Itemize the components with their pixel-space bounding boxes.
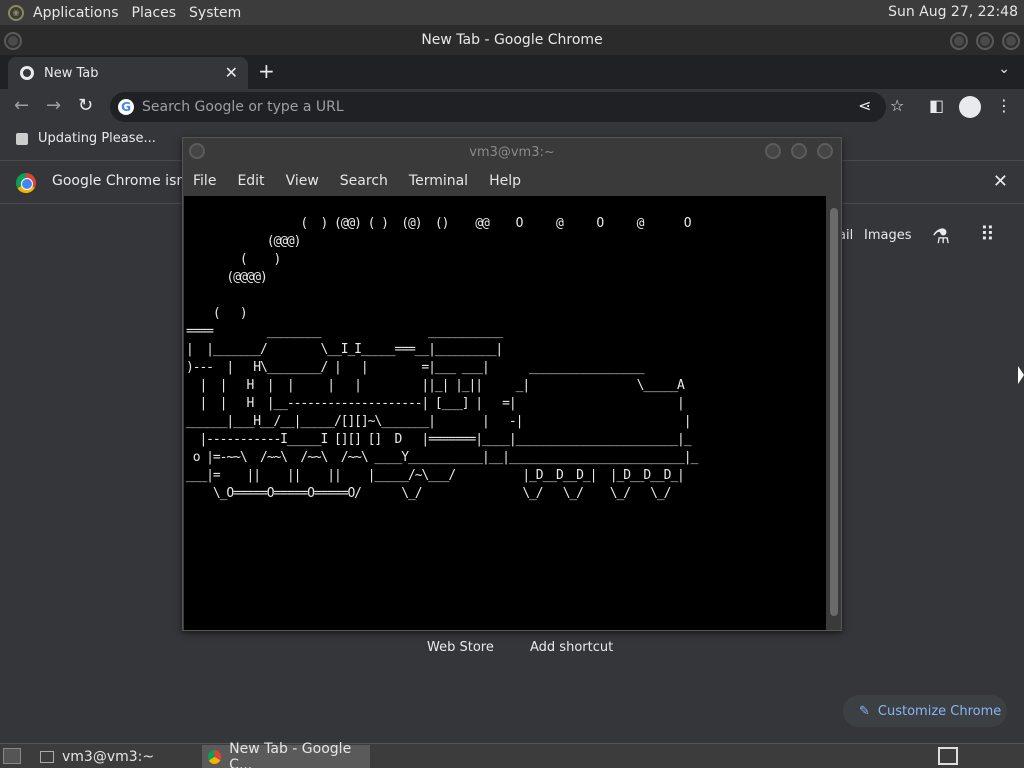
window-menu-button[interactable]	[4, 32, 22, 50]
images-link[interactable]: Images	[864, 228, 912, 243]
tab-new-tab[interactable]: New Tab ✕	[8, 57, 248, 89]
top-panel: ◉ Applications Places System Sun Aug 27,…	[0, 0, 1024, 25]
customize-chrome-button[interactable]: ✎ Customize Chrome	[843, 695, 1007, 727]
forward-arrow-icon[interactable]: →	[46, 95, 61, 116]
distro-logo-icon[interactable]: ◉	[8, 4, 24, 21]
tab-title: New Tab	[44, 65, 99, 81]
chrome-window-titlebar[interactable]: New Tab - Google Chrome	[0, 25, 1024, 55]
apps-grid-icon[interactable]: ⠿	[980, 222, 995, 246]
terminal-scrollbar-thumb[interactable]	[830, 208, 838, 616]
task-chrome[interactable]: New Tab - Google C...	[202, 741, 370, 768]
terminal-title: vm3@vm3:~	[469, 144, 555, 160]
chrome-logo-icon	[16, 173, 36, 193]
reload-icon[interactable]: ↻	[78, 95, 93, 116]
desktop: ◉ Applications Places System Sun Aug 27,…	[0, 0, 1024, 768]
share-icon[interactable]: ⋖	[858, 96, 871, 115]
infobar-close-icon[interactable]: ✕	[993, 171, 1008, 192]
bookmark-updating[interactable]: Updating Please...	[16, 131, 156, 146]
menu-search[interactable]: Search	[340, 173, 388, 189]
customize-chrome-label: Customize Chrome	[877, 703, 1002, 719]
shortcut-add[interactable]: Add shortcut	[530, 640, 613, 655]
system-menu[interactable]: System	[189, 5, 241, 21]
more-menu-icon[interactable]: ⋮	[996, 96, 1012, 115]
pencil-icon: ✎	[859, 703, 870, 719]
maximize-button[interactable]	[976, 32, 994, 50]
terminal-task-icon	[40, 750, 54, 763]
workspace-switcher[interactable]	[938, 747, 958, 765]
terminal-menubar: File Edit View Search Terminal Help	[183, 166, 841, 196]
terminal-output: ( ) (@@) ( ) (@) () @@ O @ O @ O (@@@) (…	[186, 216, 698, 501]
terminal-screen[interactable]: ( ) (@@) ( ) (@) () @@ O @ O @ O (@@@) (…	[184, 196, 826, 630]
close-window-button[interactable]	[1002, 32, 1020, 50]
places-menu[interactable]: Places	[132, 5, 177, 21]
browser-toolbar: ← → ↻ G Search Google or type a URL ⋖ ☆ …	[0, 89, 1024, 125]
bookmark-star-icon[interactable]: ☆	[890, 96, 904, 115]
profile-avatar-icon[interactable]	[959, 96, 981, 118]
tab-search-chevron-down-icon[interactable]: ⌄	[998, 61, 1010, 77]
terminal-minimize-button[interactable]	[765, 143, 781, 159]
menu-edit[interactable]: Edit	[237, 173, 264, 189]
omnibox[interactable]: G Search Google or type a URL	[110, 92, 886, 122]
applications-menu[interactable]: Applications	[33, 5, 119, 21]
bookmark-label: Updating Please...	[38, 131, 156, 146]
task-terminal[interactable]: vm3@vm3:~	[34, 745, 198, 768]
terminal-close-button[interactable]	[817, 143, 833, 159]
chrome-window-title: New Tab - Google Chrome	[421, 32, 603, 48]
mouse-cursor-icon	[1018, 366, 1024, 384]
terminal-window[interactable]: vm3@vm3:~ File Edit View Search Terminal…	[182, 137, 842, 631]
menu-file[interactable]: File	[193, 173, 216, 189]
bookmark-favicon-icon	[16, 132, 28, 145]
chrome-task-icon	[208, 749, 222, 764]
chrome-favicon-icon	[20, 66, 34, 80]
menu-terminal[interactable]: Terminal	[409, 173, 468, 189]
bottom-taskbar: vm3@vm3:~ New Tab - Google C...	[0, 741, 1024, 768]
google-g-icon: G	[118, 99, 134, 115]
terminal-titlebar[interactable]: vm3@vm3:~	[183, 138, 841, 166]
terminal-window-menu-button[interactable]	[189, 143, 205, 159]
terminal-maximize-button[interactable]	[791, 143, 807, 159]
side-panel-icon[interactable]: ◧	[929, 96, 944, 115]
terminal-scrollbar[interactable]	[828, 196, 840, 630]
clock[interactable]: Sun Aug 27, 22:48	[888, 4, 1018, 20]
labs-flask-icon[interactable]: ⚗	[932, 224, 950, 248]
shortcut-web-store[interactable]: Web Store	[427, 640, 494, 655]
back-arrow-icon[interactable]: ←	[14, 95, 29, 116]
new-tab-button[interactable]: +	[258, 59, 275, 83]
tab-strip: New Tab ✕ + ⌄	[0, 55, 1024, 89]
omnibox-placeholder: Search Google or type a URL	[142, 99, 344, 115]
show-desktop-icon[interactable]	[3, 748, 21, 764]
minimize-button[interactable]	[950, 32, 968, 50]
menu-view[interactable]: View	[286, 173, 319, 189]
task-terminal-label: vm3@vm3:~	[62, 748, 155, 765]
task-chrome-label: New Tab - Google C...	[229, 740, 352, 768]
close-tab-icon[interactable]: ✕	[225, 63, 238, 82]
menu-help[interactable]: Help	[489, 173, 521, 189]
